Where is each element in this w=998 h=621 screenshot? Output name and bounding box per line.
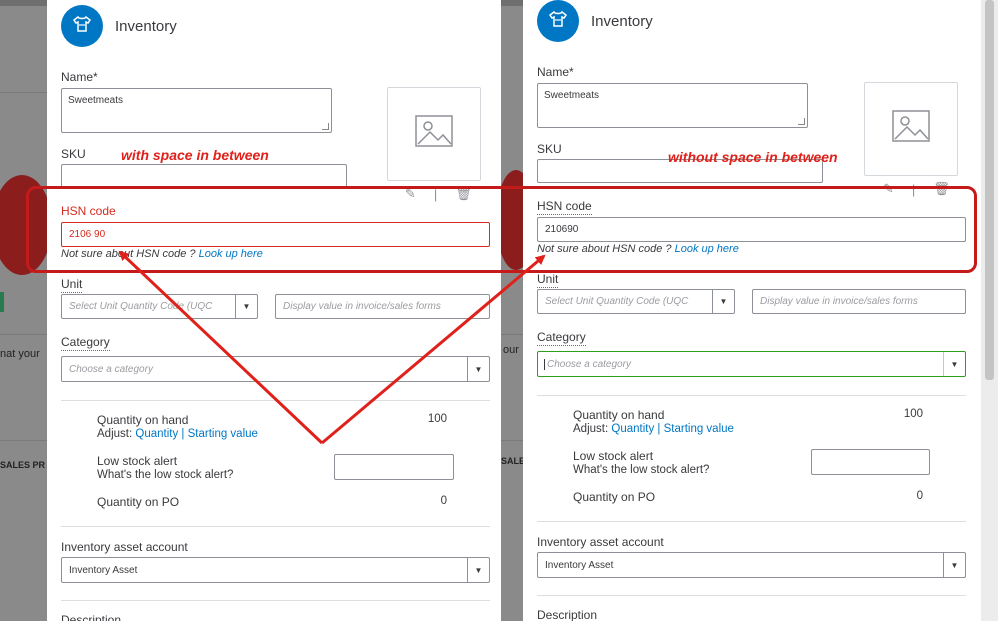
annotation-arrows <box>118 250 546 445</box>
arrow-to-right-hsn <box>321 254 546 445</box>
arrow-to-left-hsn <box>118 250 324 445</box>
